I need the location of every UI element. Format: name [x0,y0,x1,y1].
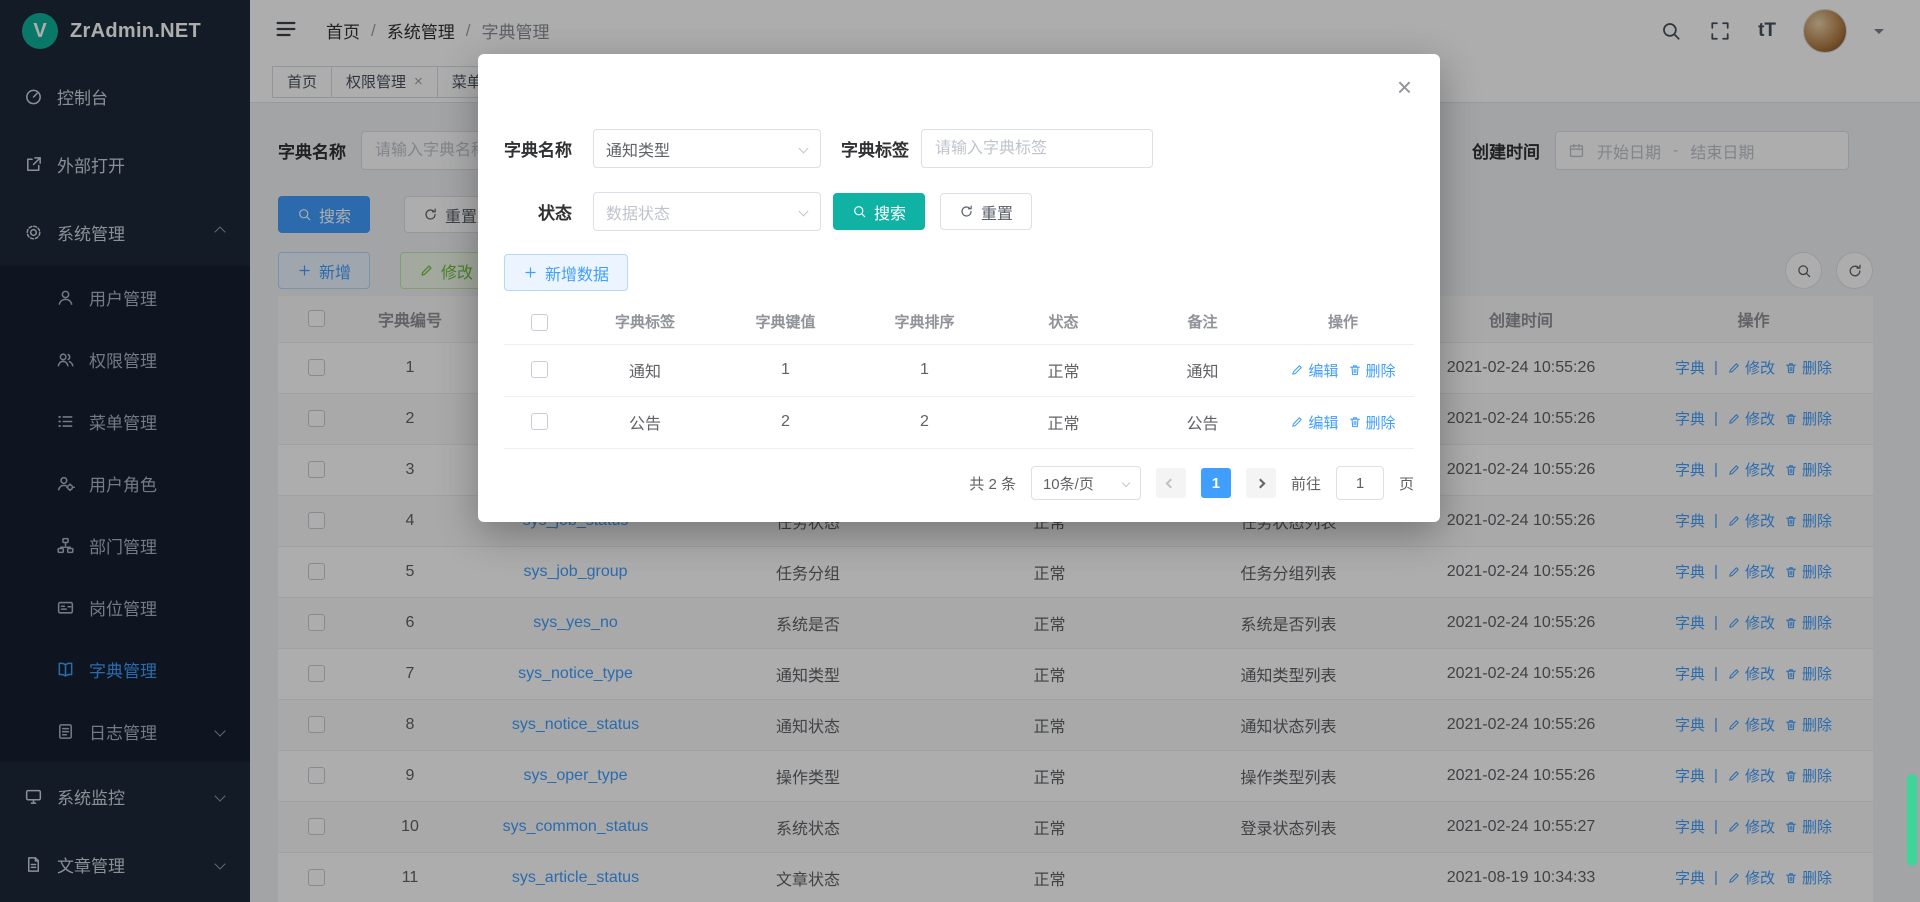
dict-name-label: 字典名称 [504,136,572,161]
table-row: 通知11正常通知编辑删除 [504,344,1414,396]
status-cell: 正常 [994,344,1133,396]
column-header-value: 字典键值 [716,300,855,344]
prev-page-button[interactable] [1156,468,1186,498]
pencil-icon [1290,415,1304,429]
pencil-icon [1290,363,1304,377]
next-page-button[interactable] [1246,468,1276,498]
row-actions: 编辑 删除 [1272,360,1414,381]
row-actions: 编辑 删除 [1272,412,1414,433]
goto-label: 前往 [1291,473,1321,494]
refresh-icon [959,204,974,219]
dict-label-input[interactable] [921,129,1153,168]
modal-search-label: 搜索 [874,200,906,224]
delete-link[interactable]: 删除 [1348,360,1396,381]
modal-search-button[interactable]: 搜索 [833,193,925,230]
goto-page-input[interactable] [1336,466,1384,500]
dict-value-cell: 2 [716,396,855,448]
chevron-down-icon [799,144,809,154]
dict-name-select-value: 通知类型 [606,137,670,161]
modal-filter-row-1: 字典名称 通知类型 字典标签 [504,129,1153,168]
op-label: 删除 [1366,412,1396,433]
table-row: 公告22正常公告编辑删除 [504,396,1414,448]
status-select[interactable]: 数据状态 [593,192,821,231]
select-all-checkbox[interactable] [531,314,548,331]
status-select-placeholder: 数据状态 [606,200,670,224]
select-all-cell [504,300,574,344]
page-unit-label: 页 [1399,473,1414,494]
page-size-select[interactable]: 10条/页 [1031,466,1141,500]
add-data-label: 新增数据 [545,261,609,285]
modal-reset-label: 重置 [981,200,1013,224]
op-label: 删除 [1366,360,1396,381]
column-header-status: 状态 [994,300,1133,344]
remark-cell: 通知 [1133,344,1272,396]
page-size-value: 10条/页 [1043,473,1094,494]
remark-cell: 公告 [1133,396,1272,448]
table-header-row: 字典标签 字典键值 字典排序 状态 备注 操作 [504,300,1414,344]
dict-label-cell: 公告 [574,396,716,448]
pagination-total: 共 2 条 [969,473,1016,494]
add-data-button[interactable]: 新增数据 [504,254,628,291]
ops-cell: 编辑 删除 [1272,396,1414,448]
chevron-right-icon [1256,478,1266,488]
ops-cell: 编辑 删除 [1272,344,1414,396]
dict-value-cell: 1 [716,344,855,396]
dict-data-dialog: × 字典名称 通知类型 字典标签 状态 数据状态 搜索 重置 新增数据 [478,54,1440,522]
modal-filter-row-2: 状态 数据状态 搜索 重置 [504,192,1032,231]
dict-label-cell: 通知 [574,344,716,396]
current-page-button[interactable]: 1 [1201,468,1231,498]
chevron-down-icon [799,207,809,217]
plus-icon [523,265,538,280]
checkbox-cell [504,396,574,448]
edit-link[interactable]: 编辑 [1290,360,1338,381]
op-label: 编辑 [1308,412,1338,433]
delete-link[interactable]: 删除 [1348,412,1396,433]
column-header-sort: 字典排序 [855,300,994,344]
chevron-left-icon [1166,478,1176,488]
trash-icon [1348,363,1362,377]
dict-sort-cell: 2 [855,396,994,448]
dict-name-select[interactable]: 通知类型 [593,129,821,168]
edit-link[interactable]: 编辑 [1290,412,1338,433]
column-header-ops: 操作 [1272,300,1414,344]
modal-reset-button[interactable]: 重置 [940,193,1032,230]
search-icon [852,204,867,219]
chevron-down-icon [1122,479,1130,487]
dict-sort-cell: 1 [855,344,994,396]
trash-icon [1348,415,1362,429]
dict-label-label: 字典标签 [841,136,909,161]
pagination: 共 2 条 10条/页 1 前往 页 [969,466,1414,500]
column-header-remark: 备注 [1133,300,1272,344]
scrollbar-thumb[interactable] [1907,774,1917,866]
status-cell: 正常 [994,396,1133,448]
row-checkbox[interactable] [531,413,548,430]
row-checkbox[interactable] [531,361,548,378]
checkbox-cell [504,344,574,396]
close-icon[interactable]: × [1397,74,1412,100]
column-header-label: 字典标签 [574,300,716,344]
op-label: 编辑 [1308,360,1338,381]
dict-data-table: 字典标签 字典键值 字典排序 状态 备注 操作 通知11正常通知编辑删除公告22… [504,300,1414,449]
status-label: 状态 [504,199,572,224]
